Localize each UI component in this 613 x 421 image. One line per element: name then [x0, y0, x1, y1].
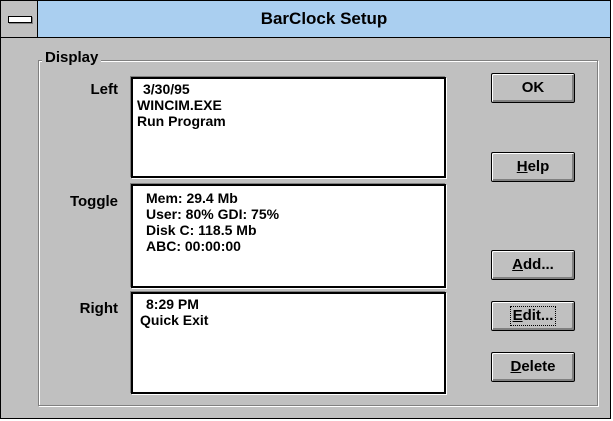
list-item[interactable]: ABC: 00:00:00: [146, 238, 444, 254]
add-button-label: dd...: [523, 256, 554, 273]
edit-button[interactable]: Edit...: [491, 301, 575, 331]
delete-button-mnemonic: D: [510, 358, 522, 375]
list-item[interactable]: 3/30/95: [141, 81, 444, 97]
list-item[interactable]: 8:29 PM: [143, 296, 444, 312]
right-listbox[interactable]: 8:29 PM Quick Exit: [131, 292, 446, 394]
help-button-label: elp: [527, 158, 550, 175]
list-item[interactable]: Mem: 29.4 Mb: [146, 190, 444, 206]
list-item[interactable]: WINCIM.EXE: [137, 97, 444, 113]
edit-button-mnemonic: E: [512, 307, 523, 324]
list-item[interactable]: Disk C: 118.5 Mb: [146, 222, 444, 238]
help-button[interactable]: Help: [491, 152, 575, 182]
left-listbox[interactable]: 3/30/95 WINCIM.EXE Run Program: [131, 77, 446, 178]
system-menu-button[interactable]: [1, 1, 38, 37]
display-group-label: Display: [42, 49, 102, 67]
ok-button[interactable]: OK: [491, 73, 575, 103]
right-label: Right: [79, 300, 118, 317]
title-bar[interactable]: BarClock Setup: [1, 1, 610, 38]
toggle-label: Toggle: [69, 193, 118, 210]
left-label: Left: [90, 81, 119, 98]
list-item[interactable]: Run Program: [137, 113, 444, 129]
delete-button-label: elete: [521, 358, 556, 375]
system-menu-icon: [8, 16, 32, 23]
barclock-setup-dialog: BarClock Setup Display Left 3/30/95 WINC…: [0, 0, 611, 419]
add-button[interactable]: Add...: [491, 250, 575, 280]
edit-button-label: dit...: [522, 307, 554, 324]
help-button-mnemonic: H: [516, 158, 528, 175]
window-title: BarClock Setup: [260, 9, 388, 28]
delete-button[interactable]: Delete: [491, 352, 575, 382]
list-item[interactable]: Quick Exit: [140, 312, 444, 328]
toggle-listbox[interactable]: Mem: 29.4 Mb User: 80% GDI: 75% Disk C: …: [131, 184, 446, 288]
edit-button-focus: Edit...: [509, 306, 557, 326]
list-item[interactable]: User: 80% GDI: 75%: [146, 206, 444, 222]
ok-button-label: OK: [521, 79, 545, 96]
add-button-mnemonic: A: [512, 256, 523, 273]
